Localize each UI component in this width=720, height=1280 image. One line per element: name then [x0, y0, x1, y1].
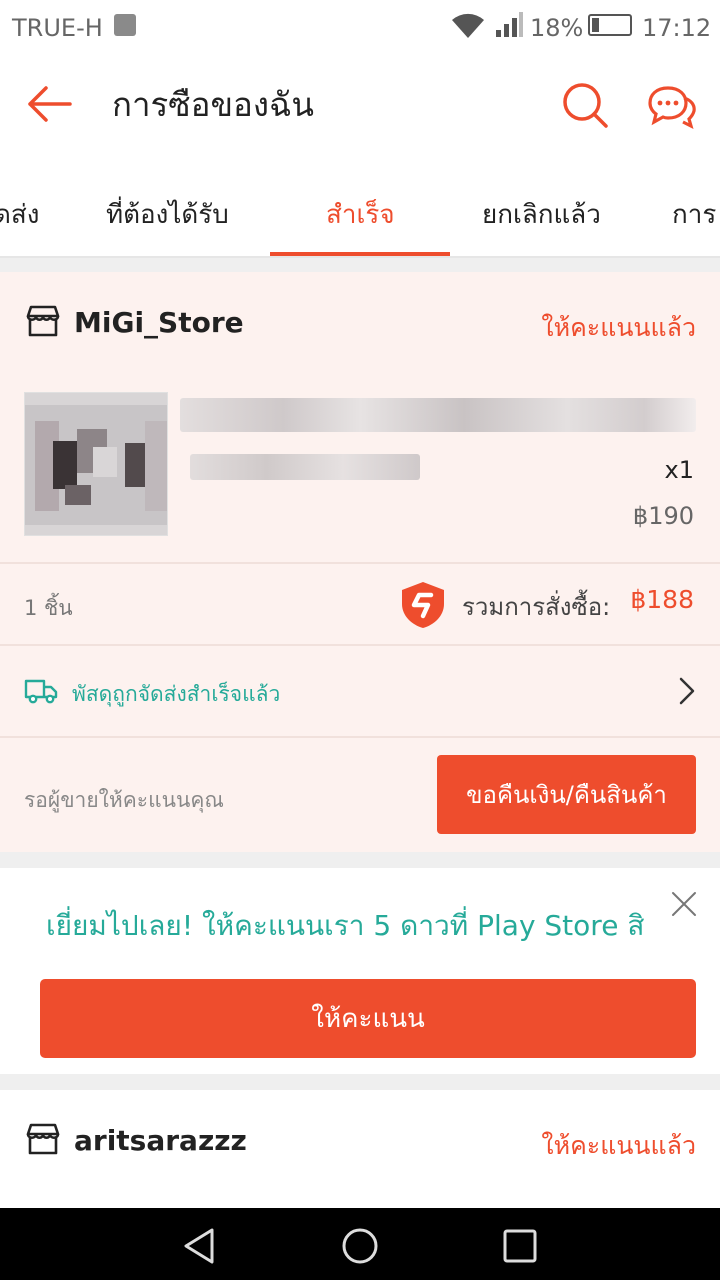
shop-icon	[24, 1122, 62, 1160]
rate-app-banner: เยี่ยมไปเลย! ให้คะแนนเรา 5 ดาวที่ Play S…	[0, 868, 720, 1074]
delivery-truck-icon	[24, 678, 58, 708]
tab-cancelled[interactable]: ยกเลิกแล้ว	[482, 194, 601, 235]
chevron-right-icon	[678, 676, 696, 710]
tab-completed[interactable]: สำเร็จ	[326, 194, 395, 235]
order-card[interactable]: aritsarazzz ให้คะแนนแล้ว	[0, 1090, 720, 1208]
rating-status: ให้คะแนนแล้ว	[541, 313, 696, 342]
status-bar: TRUE-H 18% 17:12	[0, 0, 720, 56]
waiting-rating-text: รอผู้ขายให้คะแนนคุณ	[24, 788, 224, 812]
rate-now-button-label: ให้คะแนน	[311, 1004, 425, 1034]
shipping-status-row[interactable]: พัสดุถูกจัดส่งสำเร็จแล้ว	[0, 646, 720, 736]
wifi-icon	[450, 10, 486, 46]
system-navigation-bar	[0, 1208, 720, 1280]
product-name-redacted	[180, 398, 696, 432]
shopee-guarantee-icon	[398, 580, 448, 634]
divider	[0, 736, 720, 738]
battery-percent: 18%	[530, 14, 584, 42]
app-bar: การซือของฉัน	[0, 56, 720, 156]
signal-icon	[494, 12, 524, 44]
product-variant-redacted	[190, 454, 420, 480]
rate-app-message: เยี่ยมไปเลย! ให้คะแนนเรา 5 ดาวที่ Play S…	[46, 909, 645, 942]
clock: 17:12	[642, 14, 712, 42]
active-tab-indicator	[270, 252, 450, 256]
back-arrow-icon[interactable]	[26, 84, 72, 128]
order-status-tabs: ดส่ง ที่ต้องได้รับ สำเร็จ ยกเลิกแล้ว การ	[0, 156, 720, 258]
shop-name[interactable]: aritsarazzz	[74, 1124, 247, 1157]
refund-return-button-label: ขอคืนเงิน/คืนสินค้า	[466, 781, 667, 809]
order-card[interactable]: MiGi_Store ให้คะแนนแล้ว x1 ฿190 1 ชิ้น ร…	[0, 272, 720, 852]
item-count: 1 ชิ้น	[24, 596, 73, 620]
page-title: การซือของฉัน	[112, 85, 314, 124]
product-image[interactable]	[24, 392, 168, 536]
shop-name[interactable]: MiGi_Store	[74, 306, 244, 339]
home-icon[interactable]	[340, 1226, 380, 1270]
refund-return-button[interactable]: ขอคืนเงิน/คืนสินค้า	[437, 755, 696, 834]
recent-apps-icon[interactable]	[502, 1228, 538, 1268]
search-icon[interactable]	[560, 80, 610, 134]
battery-icon	[588, 14, 632, 36]
shipping-status-text: พัสดุถูกจัดส่งสำเร็จแล้ว	[72, 682, 281, 706]
carrier-label: TRUE-H	[12, 14, 103, 42]
tab-to-ship[interactable]: ดส่ง	[0, 194, 39, 235]
rating-status: ให้คะแนนแล้ว	[541, 1131, 696, 1160]
product-quantity: x1	[664, 456, 694, 484]
back-icon[interactable]	[180, 1226, 220, 1270]
order-total-value: ฿188	[630, 585, 694, 614]
tab-to-receive[interactable]: ที่ต้องได้รับ	[106, 194, 229, 235]
tab-return[interactable]: การ	[672, 194, 716, 235]
order-total-label: รวมการสั่งซื้อ:	[462, 593, 611, 621]
rate-now-button[interactable]: ให้คะแนน	[40, 979, 696, 1058]
close-icon[interactable]	[670, 890, 698, 922]
shop-icon	[24, 304, 62, 342]
chat-icon[interactable]	[646, 84, 698, 134]
divider	[0, 562, 720, 564]
image-notification-icon	[114, 14, 136, 36]
product-price: ฿190	[632, 502, 694, 530]
